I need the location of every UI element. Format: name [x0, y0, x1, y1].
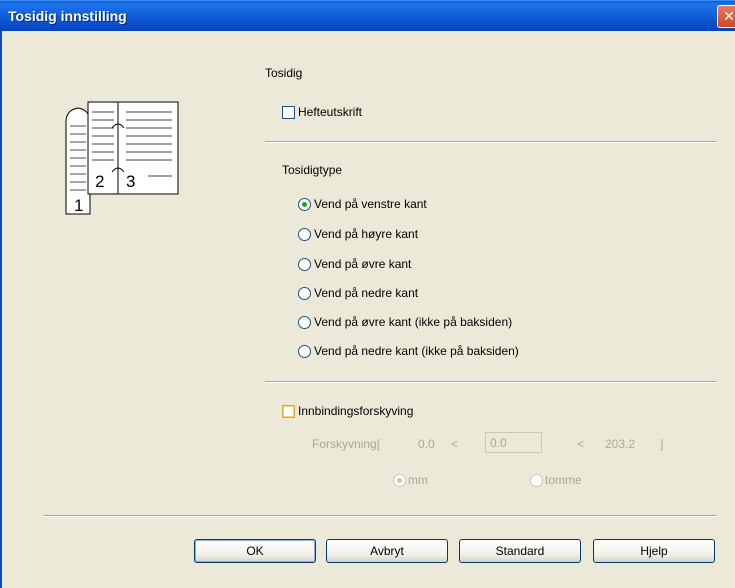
radio-flip-left-label[interactable]: Vend på venstre kant: [314, 197, 427, 211]
ok-button[interactable]: OK: [194, 539, 316, 563]
divider: [265, 381, 717, 383]
duplex-type-label: Tosidigtype: [282, 163, 343, 177]
help-button[interactable]: Hjelp: [593, 539, 715, 563]
booklet-label[interactable]: Hefteutskrift: [298, 105, 362, 119]
offset-close-bracket: ]: [660, 437, 664, 451]
radio-flip-right[interactable]: [298, 228, 311, 241]
radio-flip-left[interactable]: [298, 198, 311, 211]
cancel-button[interactable]: Avbryt: [326, 539, 448, 563]
page-number-1: 1: [74, 196, 84, 215]
duplex-section-label: Tosidig: [265, 66, 303, 80]
radio-flip-right-label[interactable]: Vend på høyre kant: [314, 227, 418, 241]
offset-label: Forskyvning[: [312, 437, 381, 451]
unit-mm-label[interactable]: mm: [408, 473, 428, 487]
offset-value-input[interactable]: 0.0: [485, 432, 542, 453]
divider: [265, 141, 717, 143]
divider: [43, 515, 717, 517]
radio-flip-top-label[interactable]: Vend på øvre kant: [314, 257, 411, 271]
booklet-checkbox[interactable]: [282, 106, 295, 119]
close-icon[interactable]: ✕: [717, 5, 735, 28]
binding-offset-label[interactable]: Innbindingsforskyving: [298, 404, 413, 418]
radio-flip-bottom[interactable]: [298, 287, 311, 300]
radio-flip-bottom-no-back-label[interactable]: Vend på nedre kant (ikke på baksiden): [314, 344, 519, 358]
radio-flip-top-no-back[interactable]: [298, 316, 311, 329]
radio-flip-bottom-no-back[interactable]: [298, 345, 311, 358]
offset-min-value: 0.0: [418, 437, 435, 451]
offset-less-than-2: <: [577, 437, 585, 451]
unit-mm-radio[interactable]: [393, 474, 406, 487]
duplex-preview-illustration: 1 2 3: [60, 98, 200, 225]
title-bar: Tosidig innstilling ✕: [0, 0, 735, 31]
offset-max-value: 203.2: [605, 437, 636, 451]
page-number-3: 3: [126, 172, 136, 191]
window-title: Tosidig innstilling: [8, 8, 127, 24]
unit-inch-radio[interactable]: [530, 474, 543, 487]
radio-flip-top-no-back-label[interactable]: Vend på øvre kant (ikke på baksiden): [314, 315, 512, 329]
radio-flip-top[interactable]: [298, 258, 311, 271]
window-frame-left: [0, 30, 2, 588]
radio-flip-bottom-label[interactable]: Vend på nedre kant: [314, 286, 418, 300]
default-button[interactable]: Standard: [459, 539, 581, 563]
offset-less-than-1: <: [451, 437, 459, 451]
binding-offset-checkbox[interactable]: [282, 405, 295, 418]
page-number-2: 2: [95, 172, 105, 191]
unit-inch-label[interactable]: tomme: [545, 473, 582, 487]
